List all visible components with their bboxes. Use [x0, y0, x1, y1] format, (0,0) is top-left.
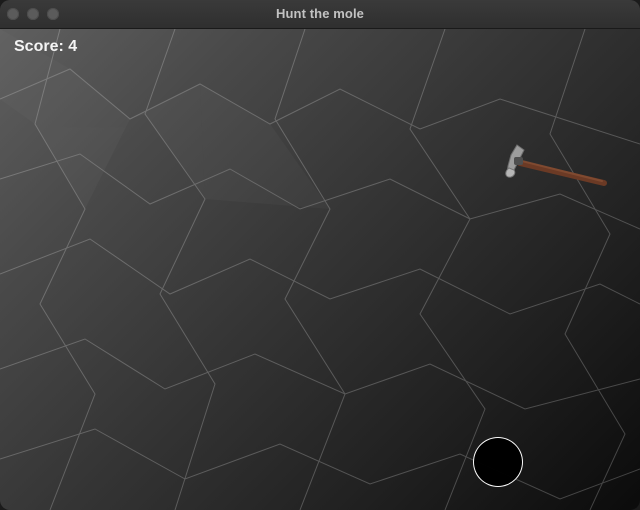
- hammer-icon: [505, 144, 607, 186]
- lowpoly-background: [0, 29, 640, 510]
- game-canvas[interactable]: Score: 4: [0, 29, 640, 510]
- window-titlebar: Hunt the mole: [0, 0, 640, 29]
- score-label: Score: 4: [14, 38, 78, 55]
- mole-hole[interactable]: [473, 437, 523, 487]
- window-title: Hunt the mole: [276, 6, 364, 21]
- game-window: Hunt the mole Score: 4: [0, 0, 640, 510]
